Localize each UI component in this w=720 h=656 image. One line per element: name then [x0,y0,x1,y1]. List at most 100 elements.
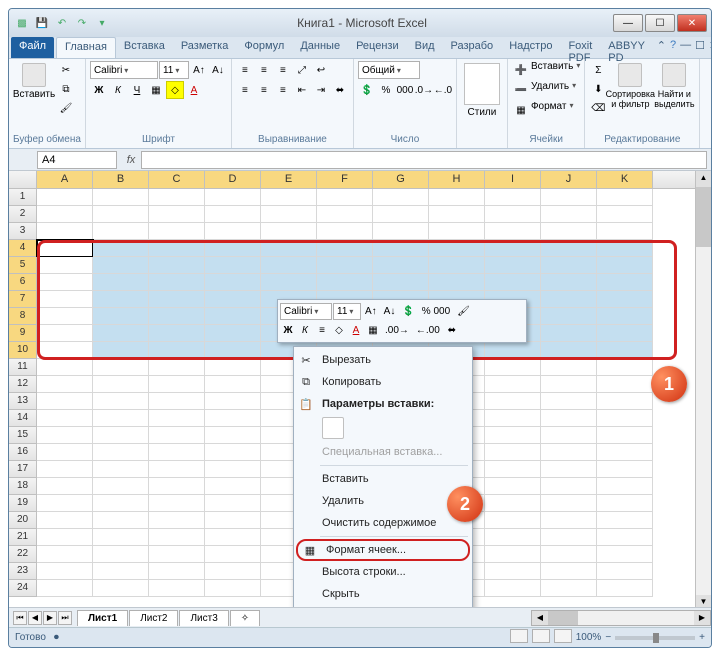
cell[interactable] [37,291,93,308]
cell[interactable] [149,393,205,410]
cell[interactable] [485,529,541,546]
doc-close-icon[interactable]: ✕ [709,39,712,56]
ctx-delete[interactable]: Удалить [294,490,472,512]
mini-align-icon[interactable]: ≡ [314,322,330,339]
cell[interactable] [597,478,653,495]
cell[interactable] [429,189,485,206]
cell[interactable] [485,478,541,495]
cell[interactable] [37,461,93,478]
cell[interactable] [485,240,541,257]
cell[interactable] [149,495,205,512]
cell[interactable] [597,461,653,478]
increase-decimal-icon[interactable]: .0→ [415,81,433,99]
col-header[interactable]: C [149,171,205,188]
fx-icon[interactable]: fx [121,154,141,166]
col-header[interactable]: E [261,171,317,188]
save-icon[interactable]: 💾 [33,14,51,32]
cell[interactable] [149,325,205,342]
cell[interactable] [485,410,541,427]
cell[interactable] [429,257,485,274]
cell[interactable] [205,461,261,478]
mini-bold-button[interactable]: Ж [280,322,296,339]
cell[interactable] [597,291,653,308]
cell[interactable] [205,376,261,393]
cell[interactable] [541,546,597,563]
mini-shrink-font-icon[interactable]: A↓ [381,303,399,320]
cell[interactable] [541,478,597,495]
cell[interactable] [317,274,373,291]
cell[interactable] [37,410,93,427]
row-header[interactable]: 5 [9,257,37,274]
horizontal-scrollbar[interactable]: ◀ ▶ [531,610,711,626]
row-header[interactable]: 23 [9,563,37,580]
sheet-tab[interactable]: Лист2 [129,610,178,626]
align-center-icon[interactable]: ≡ [255,81,273,99]
orientation-icon[interactable]: ⤢ [293,61,311,79]
cell[interactable] [205,563,261,580]
cell[interactable] [93,393,149,410]
row-header[interactable]: 11 [9,359,37,376]
align-left-icon[interactable]: ≡ [236,81,254,99]
tab-formulas[interactable]: Формул [236,37,292,58]
currency-icon[interactable]: 💲 [358,81,376,99]
zoom-in-icon[interactable]: + [699,632,705,643]
cell[interactable] [37,495,93,512]
cell[interactable] [541,444,597,461]
cell[interactable] [373,206,429,223]
cell[interactable] [541,342,597,359]
zoom-level[interactable]: 100% [576,632,602,643]
cell[interactable] [149,546,205,563]
cell[interactable] [37,308,93,325]
row-header[interactable]: 22 [9,546,37,563]
cell[interactable] [93,308,149,325]
cell[interactable] [37,478,93,495]
sort-filter-button[interactable]: Сортировка и фильтр [609,61,651,111]
cell[interactable] [485,393,541,410]
cell[interactable] [597,257,653,274]
row-header[interactable]: 15 [9,427,37,444]
ctx-copy[interactable]: ⧉Копировать [294,371,472,393]
cell[interactable] [93,495,149,512]
font-name-combo[interactable]: Calibri▾ [90,61,158,79]
cell[interactable] [429,223,485,240]
cell[interactable] [93,563,149,580]
cell[interactable] [541,427,597,444]
cell[interactable] [37,325,93,342]
col-header[interactable]: D [205,171,261,188]
zoom-out-icon[interactable]: − [605,632,611,643]
cell[interactable] [597,546,653,563]
italic-button[interactable]: К [109,81,127,99]
cell[interactable] [149,359,205,376]
col-header[interactable]: A [37,171,93,188]
cell[interactable] [149,427,205,444]
wrap-text-icon[interactable]: ↩ [312,61,330,79]
cell[interactable] [149,189,205,206]
row-header[interactable]: 8 [9,308,37,325]
maximize-button[interactable]: ☐ [645,14,675,32]
cell[interactable] [205,274,261,291]
cell[interactable] [93,512,149,529]
row-header[interactable]: 1 [9,189,37,206]
border-icon[interactable]: ▦ [147,81,165,99]
cell[interactable] [597,325,653,342]
scroll-left-icon[interactable]: ◀ [532,611,548,625]
tab-view[interactable]: Вид [407,37,443,58]
row-header[interactable]: 7 [9,291,37,308]
minimize-button[interactable]: — [613,14,643,32]
cell[interactable] [149,206,205,223]
cell[interactable] [205,223,261,240]
minimize-ribbon-icon[interactable]: ⌃ [657,39,666,56]
cells-format-button[interactable]: ▦Формат▾ [512,101,574,119]
cell[interactable] [485,342,541,359]
cut-icon[interactable]: ✂ [57,61,75,79]
tab-layout[interactable]: Разметка [173,37,237,58]
cell[interactable] [373,257,429,274]
row-header[interactable]: 17 [9,461,37,478]
page-break-view-icon[interactable] [554,629,572,643]
align-right-icon[interactable]: ≡ [274,81,292,99]
cell[interactable] [541,223,597,240]
cell[interactable] [149,512,205,529]
cell[interactable] [205,189,261,206]
cell[interactable] [373,240,429,257]
cell[interactable] [485,427,541,444]
